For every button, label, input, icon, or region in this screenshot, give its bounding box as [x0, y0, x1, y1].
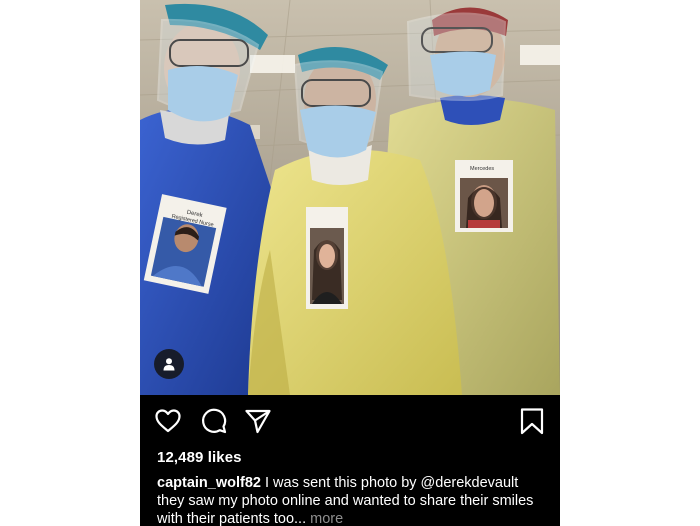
caption-text-after: they saw my photo online and wanted to s…: [157, 493, 534, 526]
tagged-users-button[interactable]: [154, 349, 184, 379]
share-button[interactable]: [244, 407, 272, 435]
comment-button[interactable]: [200, 407, 228, 435]
like-button[interactable]: [154, 407, 182, 435]
bookmark-icon: [520, 408, 544, 435]
likes-count[interactable]: 12,489 likes: [157, 449, 242, 466]
caption-mention[interactable]: @derekdevault: [421, 475, 519, 491]
heart-icon: [155, 409, 181, 433]
paper-plane-icon: [245, 409, 271, 434]
post-photo[interactable]: Derek Registered Nurse Mercedes: [140, 0, 560, 395]
caption-username[interactable]: captain_wolf82: [157, 475, 261, 491]
post-caption: captain_wolf82 I was sent this photo by …: [157, 474, 549, 526]
save-button[interactable]: [518, 407, 546, 435]
comment-icon: [202, 408, 227, 434]
caption-text-before: I was sent this photo by: [260, 475, 421, 491]
caption-more-link[interactable]: more: [306, 511, 343, 526]
post-actions-bar: [140, 395, 560, 445]
person-icon: [163, 358, 175, 371]
badge-name-right: Mercedes: [470, 166, 494, 172]
instagram-post: Derek Registered Nurse Mercedes 12,489 l…: [140, 0, 560, 526]
